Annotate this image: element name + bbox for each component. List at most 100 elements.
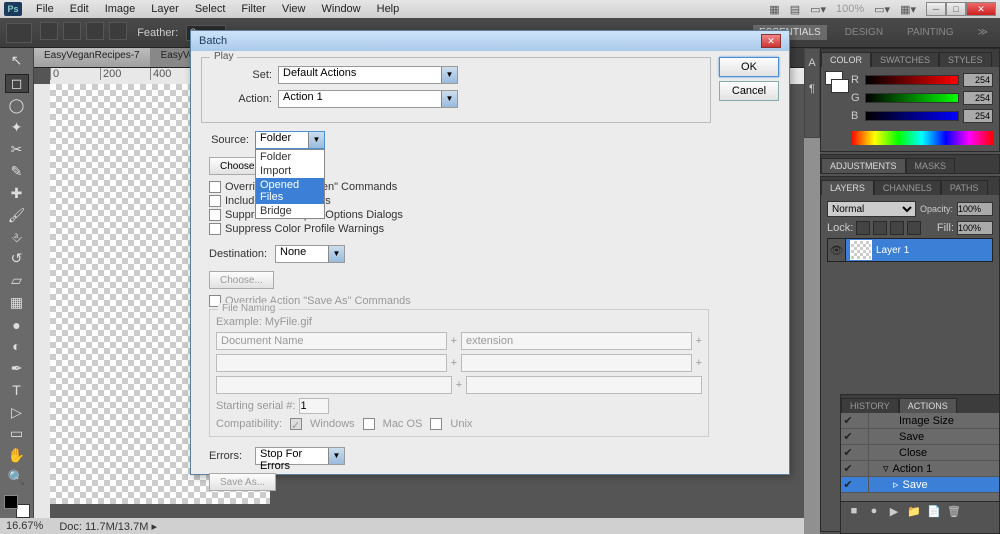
r-slider[interactable] xyxy=(865,75,959,85)
chevron-down-icon[interactable]: ▼ xyxy=(328,246,344,262)
play-icon[interactable]: ▶ xyxy=(887,505,901,518)
source-option-bridge[interactable]: Bridge xyxy=(256,204,324,218)
suppress-color-checkbox[interactable] xyxy=(209,223,221,235)
source-option-folder[interactable]: Folder xyxy=(256,150,324,164)
tab-paths[interactable]: PATHS xyxy=(941,180,988,195)
menu-layer[interactable]: Layer xyxy=(143,3,187,15)
tab-masks[interactable]: MASKS xyxy=(906,158,956,173)
lock-pixels-icon[interactable] xyxy=(873,221,887,235)
stamp-tool-icon[interactable]: ⎀ xyxy=(5,228,29,246)
set-select[interactable]: Default Actions▼ xyxy=(278,66,458,84)
b-value[interactable] xyxy=(963,109,993,123)
override-open-checkbox[interactable] xyxy=(209,181,221,193)
chevron-down-icon[interactable]: ▼ xyxy=(328,448,344,464)
source-option-import[interactable]: Import xyxy=(256,164,324,178)
brush-tool-icon[interactable]: 🖌 xyxy=(5,206,29,224)
spectrum-bar[interactable] xyxy=(851,131,993,145)
lock-transparency-icon[interactable] xyxy=(856,221,870,235)
selection-intersect-icon[interactable] xyxy=(109,22,127,40)
tab-adjustments[interactable]: ADJUSTMENTS xyxy=(821,158,906,173)
heal-tool-icon[interactable]: ✚ xyxy=(5,184,29,202)
dialog-close-button[interactable]: ✕ xyxy=(761,34,781,48)
b-slider[interactable] xyxy=(865,111,959,121)
mini-bridge-icon[interactable]: ▤ xyxy=(790,3,800,16)
lock-position-icon[interactable] xyxy=(890,221,904,235)
selection-add-icon[interactable] xyxy=(63,22,81,40)
hand-tool-icon[interactable]: ✋ xyxy=(5,447,29,465)
layer-thumbnail[interactable] xyxy=(850,240,872,260)
blur-tool-icon[interactable]: ● xyxy=(5,316,29,334)
menu-file[interactable]: File xyxy=(28,3,62,15)
doc-tab-0[interactable]: EasyVeganRecipes-7 xyxy=(34,48,151,67)
menu-select[interactable]: Select xyxy=(187,3,234,15)
dialog-titlebar[interactable]: Batch ✕ xyxy=(191,31,789,51)
selection-new-icon[interactable] xyxy=(40,22,58,40)
dodge-tool-icon[interactable]: ◐ xyxy=(5,338,29,356)
errors-select[interactable]: Stop For Errors▼ xyxy=(255,447,345,465)
minimize-button[interactable]: ─ xyxy=(926,2,946,16)
stop-icon[interactable]: ■ xyxy=(847,505,861,518)
workspace-painting[interactable]: PAINTING xyxy=(901,25,959,40)
include-subfolders-checkbox[interactable] xyxy=(209,195,221,207)
source-select[interactable]: Folder▼ Folder Import Opened Files Bridg… xyxy=(255,131,325,149)
chevron-down-icon[interactable]: ▼ xyxy=(441,91,457,107)
screen-mode-icon[interactable]: ▭▾ xyxy=(874,3,890,16)
menu-window[interactable]: Window xyxy=(314,3,369,15)
layer-name[interactable]: Layer 1 xyxy=(876,245,909,256)
chevron-down-icon[interactable]: ▼ xyxy=(441,67,457,83)
bridge-icon[interactable]: ▦ xyxy=(769,3,779,16)
move-tool-icon[interactable]: ↖ xyxy=(5,52,29,70)
eyedropper-tool-icon[interactable]: ✎ xyxy=(5,163,29,181)
path-tool-icon[interactable]: ▷ xyxy=(5,403,29,421)
layer-row[interactable]: 👁 Layer 1 xyxy=(827,238,993,262)
destination-select[interactable]: None▼ xyxy=(275,245,345,263)
foreground-background-swatch[interactable] xyxy=(4,495,30,518)
type-tool-icon[interactable]: T xyxy=(5,381,29,399)
tab-channels[interactable]: CHANNELS xyxy=(874,180,941,195)
selection-subtract-icon[interactable] xyxy=(86,22,104,40)
menu-filter[interactable]: Filter xyxy=(233,3,273,15)
tab-actions[interactable]: ACTIONS xyxy=(899,398,957,413)
lock-all-icon[interactable] xyxy=(907,221,921,235)
fill-input[interactable] xyxy=(957,221,993,235)
g-value[interactable] xyxy=(963,91,993,105)
status-zoom[interactable]: 16.67% xyxy=(6,520,43,532)
gradient-tool-icon[interactable]: ▦ xyxy=(5,294,29,312)
menu-view[interactable]: View xyxy=(274,3,314,15)
action-select[interactable]: Action 1▼ xyxy=(278,90,458,108)
color-fgbg-swatch[interactable] xyxy=(825,71,849,93)
eraser-tool-icon[interactable]: ▱ xyxy=(5,272,29,290)
background-color-swatch[interactable] xyxy=(16,504,30,518)
marquee-tool-icon[interactable]: ◻ xyxy=(5,74,29,93)
arrange-icon[interactable]: ▭▾ xyxy=(810,3,826,16)
pen-tool-icon[interactable]: ✒ xyxy=(5,359,29,377)
lasso-tool-icon[interactable]: ◯ xyxy=(5,97,29,115)
zoom-level[interactable]: 100% xyxy=(836,3,864,15)
opacity-input[interactable] xyxy=(957,202,993,216)
history-brush-icon[interactable]: ↺ xyxy=(5,250,29,268)
tab-layers[interactable]: LAYERS xyxy=(821,180,874,195)
chevron-down-icon[interactable]: ▼ xyxy=(308,132,324,148)
visibility-icon[interactable]: 👁 xyxy=(828,239,846,261)
zoom-tool-icon[interactable]: 🔍 xyxy=(5,469,29,487)
workspace-design[interactable]: DESIGN xyxy=(839,25,889,40)
blend-mode-select[interactable]: Normal xyxy=(827,201,916,217)
new-action-icon[interactable]: 📄 xyxy=(927,505,941,518)
cancel-button[interactable]: Cancel xyxy=(719,81,779,101)
source-option-opened-files[interactable]: Opened Files xyxy=(256,178,324,204)
quickselect-tool-icon[interactable]: ✦ xyxy=(5,119,29,137)
maximize-button[interactable]: □ xyxy=(946,2,966,16)
record-icon[interactable]: ● xyxy=(867,505,881,518)
tab-color[interactable]: COLOR xyxy=(821,52,871,67)
suppress-open-checkbox[interactable] xyxy=(209,209,221,221)
ok-button[interactable]: OK xyxy=(719,57,779,77)
crop-tool-icon[interactable]: ✂ xyxy=(5,141,29,159)
close-button[interactable]: ✕ xyxy=(966,2,996,16)
foreground-color-swatch[interactable] xyxy=(4,495,18,509)
char-panel-icon[interactable]: A xyxy=(808,57,815,69)
tab-styles[interactable]: STYLES xyxy=(939,52,992,67)
tab-history[interactable]: HISTORY xyxy=(841,398,899,413)
menu-image[interactable]: Image xyxy=(97,3,144,15)
shape-tool-icon[interactable]: ▭ xyxy=(5,425,29,443)
current-tool-icon[interactable] xyxy=(6,23,32,43)
